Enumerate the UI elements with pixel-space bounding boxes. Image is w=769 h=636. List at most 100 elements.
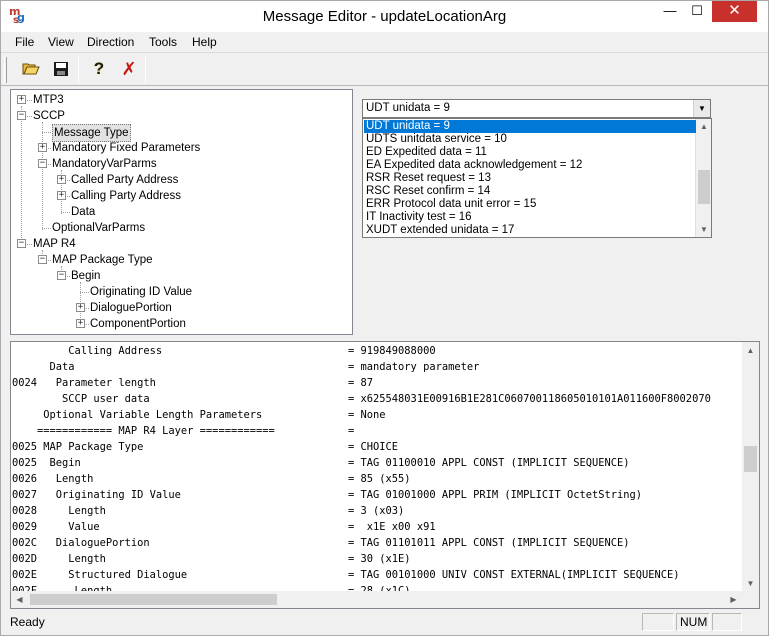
decode-field-name: Data [12, 361, 75, 373]
tree-node-label: ComponentPortion [90, 318, 186, 330]
dropdown-option[interactable]: XUDT extended unidata = 17 [364, 224, 696, 237]
scroll-down-icon[interactable]: ▼ [696, 222, 711, 237]
dropdown-option[interactable]: ED Expedited data = 11 [364, 146, 696, 159]
expand-icon[interactable]: + [38, 143, 47, 152]
status-text: Ready [10, 615, 45, 629]
message-type-select[interactable]: UDT unidata = 9 ▼ [362, 99, 711, 118]
decode-line[interactable]: Data = mandatory parameter [12, 359, 742, 375]
dropdown-option[interactable]: EA Expedited data acknowledgement = 12 [364, 159, 696, 172]
menu-direction[interactable]: Direction [87, 35, 134, 49]
horizontal-scrollbar[interactable]: ◀ ▶ [11, 591, 742, 608]
decode-line[interactable]: 0027 Originating ID Value = TAG 01001000 … [12, 487, 742, 503]
expand-icon[interactable]: + [57, 175, 66, 184]
scroll-up-icon[interactable]: ▲ [742, 342, 759, 359]
status-bar: Ready NUM [1, 612, 768, 635]
minimize-button[interactable]: — [656, 1, 684, 22]
dropdown-option[interactable]: ERR Protocol data unit error = 15 [364, 198, 696, 211]
collapse-icon[interactable]: − [17, 239, 26, 248]
decode-line[interactable]: SCCP user data = x625548031E00916B1E281C0… [12, 391, 742, 407]
tree-node[interactable]: + DialoguePortion [11, 300, 351, 316]
scroll-left-icon[interactable]: ◀ [11, 591, 28, 608]
menu-tools[interactable]: Tools [149, 35, 177, 49]
tree-node[interactable]: Data [11, 204, 351, 220]
tree-node-label: MAP R4 [33, 238, 76, 250]
scroll-corner [742, 591, 759, 608]
decode-field-value: = [348, 425, 355, 437]
decode-field-value: = 85 (x55) [348, 473, 411, 485]
tree-node[interactable]: + Calling Party Address [11, 188, 351, 204]
decode-field-value: = TAG 01100010 APPL CONST (IMPLICIT SEQU… [348, 457, 630, 469]
decode-line[interactable]: Optional Variable Length Parameters = Non… [12, 407, 742, 423]
dropdown-scrollbar[interactable]: ▲ ▼ [695, 119, 711, 237]
expand-icon[interactable]: + [76, 303, 85, 312]
tree-node[interactable]: + Mandatory Fixed Parameters [11, 140, 351, 156]
scroll-thumb[interactable] [698, 170, 710, 204]
tree-node[interactable]: + Called Party Address [11, 172, 351, 188]
dropdown-option[interactable]: IT Inactivity test = 16 [364, 211, 696, 224]
decode-line[interactable]: 002D Length = 30 (x1E) [12, 551, 742, 567]
maximize-button[interactable]: ☐ [684, 1, 710, 22]
expand-icon[interactable]: + [76, 319, 85, 328]
menu-view[interactable]: View [48, 35, 74, 49]
open-button[interactable] [19, 57, 43, 81]
delete-button[interactable]: ✗ [117, 57, 141, 81]
dropdown-option[interactable]: RSC Reset confirm = 14 [364, 185, 696, 198]
tree-node[interactable]: − SCCP [11, 108, 351, 124]
expand-icon[interactable]: + [57, 191, 66, 200]
help-button[interactable]: ? [87, 57, 111, 81]
collapse-icon[interactable]: − [38, 159, 47, 168]
tree-node[interactable]: Originating ID Value [11, 284, 351, 300]
decode-line[interactable]: ============ MAP R4 Layer ============ = [12, 423, 742, 439]
tree-node[interactable]: OptionalVarParms [11, 220, 351, 236]
dropdown-option[interactable]: UDT unidata = 9 [364, 120, 696, 133]
title-bar[interactable]: m g s Message Editor - updateLocationArg… [1, 1, 768, 32]
decode-text-pane[interactable]: 002F Length= 28 (x1C)002E Structured Dia… [10, 341, 760, 609]
decode-field-name: Optional Variable Length Parameters [12, 409, 263, 421]
status-indicator-empty [642, 613, 674, 631]
decode-line[interactable]: 0029 Value = x1E x00 x91 [12, 519, 742, 535]
decode-line[interactable]: 002E Structured Dialogue = TAG 00101000 U… [12, 567, 742, 583]
message-tree[interactable]: + MTP3− SCCP Message Type + Mandatory Fixed P… [10, 89, 353, 335]
dropdown-option[interactable]: RSR Reset request = 13 [364, 172, 696, 185]
collapse-icon[interactable]: − [17, 111, 26, 120]
tree-node[interactable]: − MAP Package Type [11, 252, 351, 268]
expand-icon[interactable]: + [17, 95, 26, 104]
menu-help[interactable]: Help [192, 35, 217, 49]
vertical-scrollbar[interactable]: ▲ ▼ [742, 342, 759, 592]
tree-node[interactable]: − MandatoryVarParms [11, 156, 351, 172]
toolbar-separator [78, 57, 79, 83]
scroll-thumb[interactable] [744, 446, 757, 472]
decode-line[interactable]: 002C DialoguePortion = TAG 01101011 APPL … [12, 535, 742, 551]
dropdown-option[interactable]: UDTS unitdata service = 10 [364, 133, 696, 146]
delete-icon: ✗ [121, 59, 137, 79]
collapse-icon[interactable]: − [57, 271, 66, 280]
tree-node[interactable]: + MTP3 [11, 92, 351, 108]
collapse-icon[interactable]: − [38, 255, 47, 264]
decode-field-value: = 87 [348, 377, 374, 389]
chevron-down-icon[interactable]: ▼ [693, 100, 710, 117]
toolbar-grip[interactable] [4, 57, 7, 83]
message-type-value: UDT unidata = 9 [366, 102, 450, 114]
scroll-up-icon[interactable]: ▲ [696, 119, 711, 134]
close-button[interactable]: ✕ [712, 1, 757, 22]
decode-field-name: Calling Address [12, 345, 163, 357]
decode-line[interactable]: 0026 Length = 85 (x55) [12, 471, 742, 487]
decode-line[interactable]: 0025 MAP Package Type = CHOICE [12, 439, 742, 455]
scroll-down-icon[interactable]: ▼ [742, 575, 759, 592]
menu-file[interactable]: File [15, 35, 34, 49]
decode-line[interactable]: 0028 Length = 3 (x03) [12, 503, 742, 519]
decode-line[interactable]: 0025 Begin = TAG 01100010 APPL CONST (IMP… [12, 455, 742, 471]
tree-node[interactable]: − MAP R4 [11, 236, 351, 252]
scroll-right-icon[interactable]: ▶ [725, 591, 742, 608]
scroll-thumb[interactable] [30, 594, 277, 605]
tree-node-label: Originating ID Value [90, 286, 193, 298]
tree-connector [42, 132, 51, 133]
tree-node[interactable]: − Begin [11, 268, 351, 284]
save-button[interactable] [49, 57, 73, 81]
tree-node-label: SCCP [33, 110, 65, 122]
message-type-dropdown[interactable]: ▲ ▼ UDT unidata = 9 UDTS unitdata service… [362, 118, 712, 238]
decode-line[interactable]: Calling Address = 919849088000 [12, 343, 742, 359]
tree-node[interactable]: Message Type [11, 124, 351, 142]
tree-node[interactable]: + ComponentPortion [11, 316, 351, 332]
decode-line[interactable]: 0024 Parameter length = 87 [12, 375, 742, 391]
